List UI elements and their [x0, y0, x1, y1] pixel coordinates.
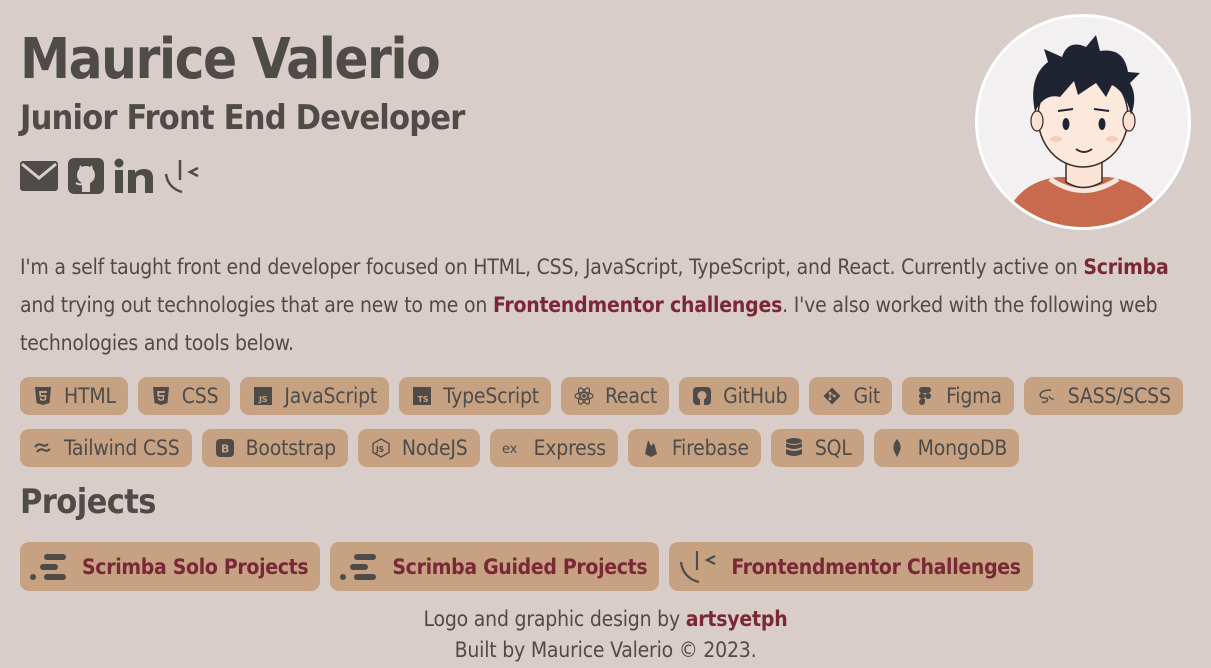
typescript-icon: TS — [411, 385, 433, 407]
scrimba-icon — [30, 552, 70, 582]
tech-tags: HTML CSS JS JavaScript TS TypeScript Rea… — [20, 377, 1200, 481]
projects-heading: Projects — [20, 482, 157, 522]
scrimba-guided-projects-button[interactable]: Scrimba Guided Projects — [330, 542, 660, 591]
tag-label: TypeScript — [443, 384, 539, 408]
scrimba-solo-projects-button[interactable]: Scrimba Solo Projects — [20, 542, 321, 591]
sass-icon — [1036, 385, 1058, 407]
tag-sql: SQL — [770, 429, 864, 467]
css3-icon — [150, 385, 172, 407]
intro-text-2: and trying out technologies that are new… — [20, 293, 493, 317]
tag-row-2: Tailwind CSS B Bootstrap JS NodeJS ex Ex… — [20, 429, 1200, 467]
database-icon — [783, 437, 805, 459]
tag-label: React — [604, 384, 658, 408]
github-icon — [68, 158, 104, 194]
project-label: Scrimba Solo Projects — [82, 554, 309, 579]
tag-git: Git — [809, 377, 893, 415]
frontendmentor-challenges-link[interactable]: Frontendmentor challenges — [493, 293, 782, 317]
tag-mongodb: MongoDB — [873, 429, 1020, 467]
svg-text:JS: JS — [375, 445, 384, 454]
tag-label: Figma — [946, 384, 1002, 408]
github-link[interactable] — [68, 158, 104, 194]
svg-text:JS: JS — [258, 395, 268, 404]
tag-figma: Figma — [902, 377, 1014, 415]
mongodb-icon — [886, 437, 908, 459]
frontendmentor-icon — [164, 158, 204, 194]
linkedin-link[interactable] — [114, 158, 154, 194]
project-label: Frontendmentor Challenges — [731, 554, 1021, 579]
mail-icon — [20, 161, 58, 191]
footer: Logo and graphic design by artsyetph Bui… — [20, 604, 1191, 666]
tag-github: GitHub — [679, 377, 800, 415]
tag-label: MongoDB — [917, 436, 1008, 460]
github-icon — [691, 385, 713, 407]
tag-html: HTML — [20, 377, 128, 415]
frontendmentor-challenges-button[interactable]: Frontendmentor Challenges — [669, 542, 1033, 591]
portfolio-page: Maurice Valerio Junior Front End Develop… — [20, 0, 1191, 668]
tag-tailwind: Tailwind CSS — [20, 429, 192, 467]
tag-express: ex Express — [489, 429, 618, 467]
html5-icon — [32, 385, 54, 407]
react-icon — [573, 385, 595, 407]
tag-label: Tailwind CSS — [64, 436, 180, 460]
artsyetph-link[interactable]: artsyetph — [686, 607, 788, 631]
header: Maurice Valerio Junior Front End Develop… — [20, 26, 780, 198]
tag-firebase: Firebase — [627, 429, 761, 467]
tailwind-icon — [32, 437, 54, 459]
frontendmentor-link[interactable] — [164, 158, 204, 194]
footer-credit-text: Logo and graphic design by — [423, 607, 686, 631]
projects-list: Scrimba Solo Projects Scrimba Guided Pro… — [20, 542, 1033, 591]
intro-text-1: I'm a self taught front end developer fo… — [20, 255, 1084, 279]
footer-credit: Logo and graphic design by artsyetph — [20, 604, 1191, 635]
tag-label: Firebase — [671, 436, 749, 460]
tag-label: SASS/SCSS — [1067, 384, 1171, 408]
page-title: Maurice Valerio — [20, 27, 441, 92]
linkedin-icon — [114, 158, 154, 194]
social-links — [20, 154, 780, 198]
javascript-icon: JS — [252, 385, 274, 407]
tag-label: HTML — [64, 384, 116, 408]
firebase-icon — [640, 437, 662, 459]
scrimba-link[interactable]: Scrimba — [1083, 255, 1168, 279]
tag-bootstrap: B Bootstrap — [201, 429, 348, 467]
nodejs-icon: JS — [370, 437, 392, 459]
tag-css: CSS — [137, 377, 231, 415]
tag-label: Git — [853, 384, 881, 408]
svg-text:B: B — [221, 443, 229, 456]
tag-label: Express — [533, 436, 607, 460]
scrimba-icon — [340, 552, 380, 582]
tag-label: SQL — [814, 436, 852, 460]
tag-row-1: HTML CSS JS JavaScript TS TypeScript Rea… — [20, 377, 1200, 415]
frontendmentor-icon — [679, 550, 719, 583]
tag-sass: SASS/SCSS — [1023, 377, 1183, 415]
bootstrap-icon: B — [214, 437, 236, 459]
tag-label: Bootstrap — [245, 436, 336, 460]
figma-icon — [914, 385, 936, 407]
project-label: Scrimba Guided Projects — [392, 554, 648, 579]
tag-label: JavaScript — [284, 384, 378, 408]
email-link[interactable] — [20, 161, 58, 191]
avatar — [975, 14, 1191, 230]
job-title: Junior Front End Developer — [20, 98, 465, 138]
git-icon — [821, 385, 843, 407]
tag-label: CSS — [181, 384, 219, 408]
tag-nodejs: JS NodeJS — [357, 429, 480, 467]
svg-text:TS: TS — [418, 395, 429, 404]
tag-label: NodeJS — [401, 436, 468, 460]
avatar-illustration — [1006, 35, 1164, 227]
express-icon: ex — [502, 437, 524, 459]
tag-typescript: TS TypeScript — [399, 377, 551, 415]
tag-javascript: JS JavaScript — [240, 377, 390, 415]
tag-react: React — [560, 377, 670, 415]
tag-label: GitHub — [723, 384, 788, 408]
svg-text:ex: ex — [502, 442, 518, 455]
footer-copyright: Built by Maurice Valerio © 2023. — [454, 638, 757, 662]
intro-paragraph: I'm a self taught front end developer fo… — [20, 248, 1191, 362]
